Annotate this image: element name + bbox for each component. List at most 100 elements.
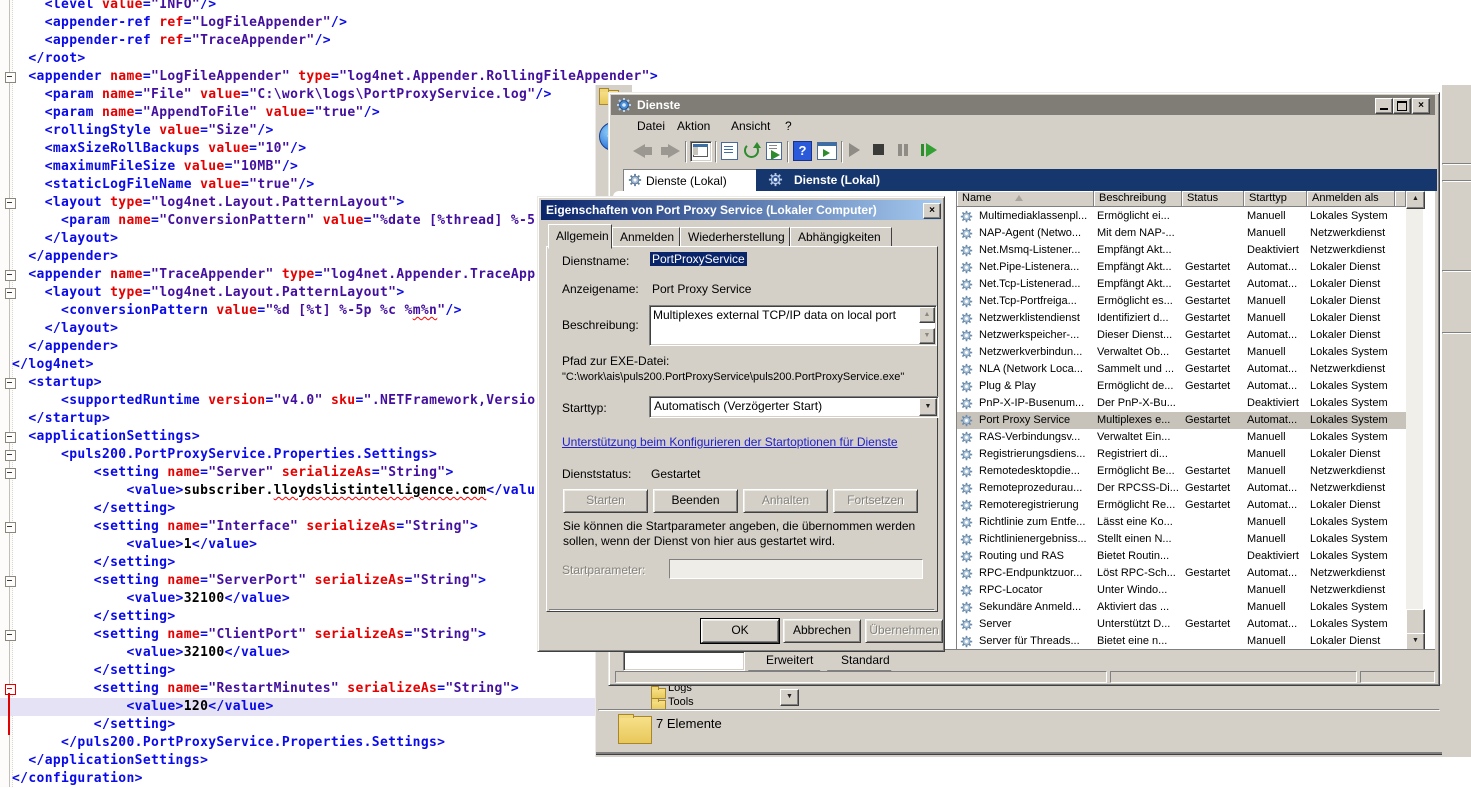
service-name: Multimediaklassenpl... (979, 210, 1091, 222)
scroll-up-icon[interactable]: ▲ (1406, 191, 1425, 209)
service-row[interactable]: Netzwerkspeicher-...Dieser Dienst...Gest… (957, 327, 1406, 344)
pause-service-icon2[interactable] (904, 144, 908, 156)
fold-marker[interactable] (5, 72, 16, 83)
start-service-icon[interactable] (849, 143, 860, 157)
menu-ansicht[interactable]: Ansicht (731, 119, 770, 133)
forward-icon[interactable] (668, 144, 680, 158)
fold-marker-changed[interactable] (5, 684, 16, 695)
service-row[interactable]: Routing und RASBietet Routin...Deaktivie… (957, 548, 1406, 565)
service-row[interactable]: Net.Tcp-Portfreiga...Ermöglicht es...Ges… (957, 293, 1406, 310)
description-scroll-down-icon[interactable]: ▼ (919, 328, 935, 344)
fold-marker[interactable] (5, 198, 16, 209)
refresh-icon[interactable] (743, 142, 759, 158)
service-row[interactable]: RPC-Endpunktzuor...Löst RPC-Sch...Gestar… (957, 565, 1406, 582)
column-header-starttyp[interactable]: Starttyp (1244, 191, 1307, 207)
ok-button[interactable]: OK (701, 619, 779, 643)
tab-standard[interactable]: Standard (827, 650, 901, 671)
maximize-button[interactable] (1393, 98, 1411, 114)
resume-button[interactable]: Fortsetzen (833, 489, 918, 513)
explorer-status-separator (598, 709, 1440, 711)
service-description: Verwaltet Ob... (1097, 346, 1179, 358)
service-row[interactable]: Richtlinie zum Entfe...Lässt eine Ko...M… (957, 514, 1406, 531)
service-row[interactable]: Registrierungsdiens...Registriert di...M… (957, 446, 1406, 463)
service-row[interactable]: Richtlinienergebniss...Stellt einen N...… (957, 531, 1406, 548)
stop-button[interactable]: Beenden (653, 489, 738, 513)
service-row[interactable]: ServerUnterstützt D...GestartetAutomat..… (957, 616, 1406, 633)
service-description: Multiplexes e... (1097, 414, 1179, 426)
dialog-tab-allgemein[interactable]: Allgemein (548, 224, 612, 249)
service-row[interactable]: Net.Msmq-Listener...Empfängt Akt...Deakt… (957, 242, 1406, 259)
fold-marker[interactable] (5, 522, 16, 533)
startoptions-help-link[interactable]: Unterstützung beim Konfigurieren der Sta… (562, 435, 898, 449)
column-header-anmelden[interactable]: Anmelden als (1307, 191, 1395, 207)
service-row[interactable]: Port Proxy ServiceMultiplexes e...Gestar… (957, 412, 1406, 429)
service-row[interactable]: Netzwerkverbindun...Verwaltet Ob...Gesta… (957, 344, 1406, 361)
column-header-beschreibung[interactable]: Beschreibung (1094, 191, 1182, 207)
service-row[interactable]: RemoteregistrierungErmöglicht Re...Gesta… (957, 497, 1406, 514)
service-gear-icon (960, 431, 973, 444)
service-row[interactable]: Multimediaklassenpl...Ermöglicht ei...Ma… (957, 208, 1406, 225)
start-button[interactable]: Starten (563, 489, 648, 513)
service-row[interactable]: NetzwerklistendienstIdentifiziert d...Ge… (957, 310, 1406, 327)
minimize-button[interactable] (1375, 98, 1393, 114)
service-row[interactable]: Net.Pipe-Listenera...Empfängt Akt...Gest… (957, 259, 1406, 276)
service-row[interactable]: NLA (Network Loca...Sammelt und ...Gesta… (957, 361, 1406, 378)
tree-item-tools[interactable]: Tools (668, 696, 708, 706)
tree-dropdown-button[interactable]: ▼ (780, 689, 799, 706)
fold-marker[interactable] (5, 270, 16, 281)
column-header-name[interactable]: Name (957, 191, 1094, 207)
services-scrollbar[interactable] (1406, 191, 1423, 649)
service-gear-icon (960, 295, 973, 308)
menu-datei[interactable]: Datei (637, 119, 665, 133)
service-starttype: Automat... (1247, 499, 1305, 511)
help-icon[interactable]: ? (793, 141, 812, 161)
dialog-tab-wiederherstellung[interactable]: Wiederherstellung (680, 227, 790, 248)
starttype-combobox[interactable]: Automatisch (Verzögerter Start) ▼ (649, 396, 939, 418)
menu-aktion[interactable]: Aktion (677, 119, 710, 133)
service-row[interactable]: Server für Threads...Bietet eine n...Man… (957, 633, 1406, 649)
fold-marker[interactable] (5, 432, 16, 443)
startparam-input[interactable] (669, 559, 923, 579)
fold-marker[interactable] (5, 450, 16, 461)
properties-icon[interactable] (721, 142, 738, 160)
apply-button[interactable]: Übernehmen (865, 619, 943, 643)
menu-hilfe[interactable]: ? (785, 119, 792, 133)
service-row[interactable]: RPC-LocatorUnter Windo...ManuellNetzwerk… (957, 582, 1406, 599)
service-row[interactable]: Remotedesktopdie...Ermöglicht Be...Gesta… (957, 463, 1406, 480)
export-list-icon[interactable] (766, 142, 782, 160)
service-row[interactable]: Sekundäre Anmeld...Aktiviert das ...Manu… (957, 599, 1406, 616)
service-row[interactable]: NAP-Agent (Netwo...Mit dem NAP-...Manuel… (957, 225, 1406, 242)
service-starttype: Manuell (1247, 346, 1305, 358)
tree-root-tab[interactable]: Dienste (Lokal) (623, 169, 758, 192)
service-row[interactable]: Net.Tcp-Listenerad...Empfängt Akt...Gest… (957, 276, 1406, 293)
restart-service-icon[interactable] (921, 144, 924, 156)
cancel-button[interactable]: Abbrechen (783, 619, 861, 643)
service-name: Registrierungsdiens... (979, 448, 1091, 460)
scroll-thumb[interactable] (1406, 609, 1425, 635)
service-name-value[interactable]: PortProxyService (650, 252, 747, 266)
service-row[interactable]: RAS-Verbindungsv...Verwaltet Ein...Manue… (957, 429, 1406, 446)
fold-marker[interactable] (5, 630, 16, 641)
service-row[interactable]: PnP-X-IP-Busenum...Der PnP-X-Bu...Deakti… (957, 395, 1406, 412)
column-header-status[interactable]: Status (1182, 191, 1244, 207)
description-scroll-up-icon[interactable]: ▲ (919, 307, 935, 323)
dialog-tab-abhaengigkeiten[interactable]: Abhängigkeiten (790, 227, 892, 248)
show-console-tree-icon[interactable] (690, 141, 712, 162)
service-name: Server für Threads... (979, 635, 1091, 647)
stop-service-icon[interactable] (873, 144, 884, 155)
dialog-close-icon[interactable]: × (923, 203, 941, 219)
starttype-dropdown-icon[interactable]: ▼ (919, 398, 937, 416)
tab-erweitert[interactable]: Erweitert (748, 650, 826, 671)
dialog-tab-anmelden[interactable]: Anmelden (612, 227, 680, 248)
fold-marker[interactable] (5, 468, 16, 479)
close-button[interactable]: × (1412, 98, 1430, 114)
fold-marker[interactable] (5, 576, 16, 587)
pause-button[interactable]: Anhalten (743, 489, 828, 513)
back-icon[interactable] (633, 144, 645, 158)
show-description-pane-icon[interactable] (817, 142, 837, 160)
service-row[interactable]: Remoteprozedurau...Der RPCSS-Di...Gestar… (957, 480, 1406, 497)
service-row[interactable]: Plug & PlayErmöglicht de...GestartetAuto… (957, 378, 1406, 395)
fold-marker[interactable] (5, 288, 16, 299)
fold-marker[interactable] (5, 378, 16, 389)
description-textarea[interactable]: Multiplexes external TCP/IP data on loca… (649, 305, 937, 346)
